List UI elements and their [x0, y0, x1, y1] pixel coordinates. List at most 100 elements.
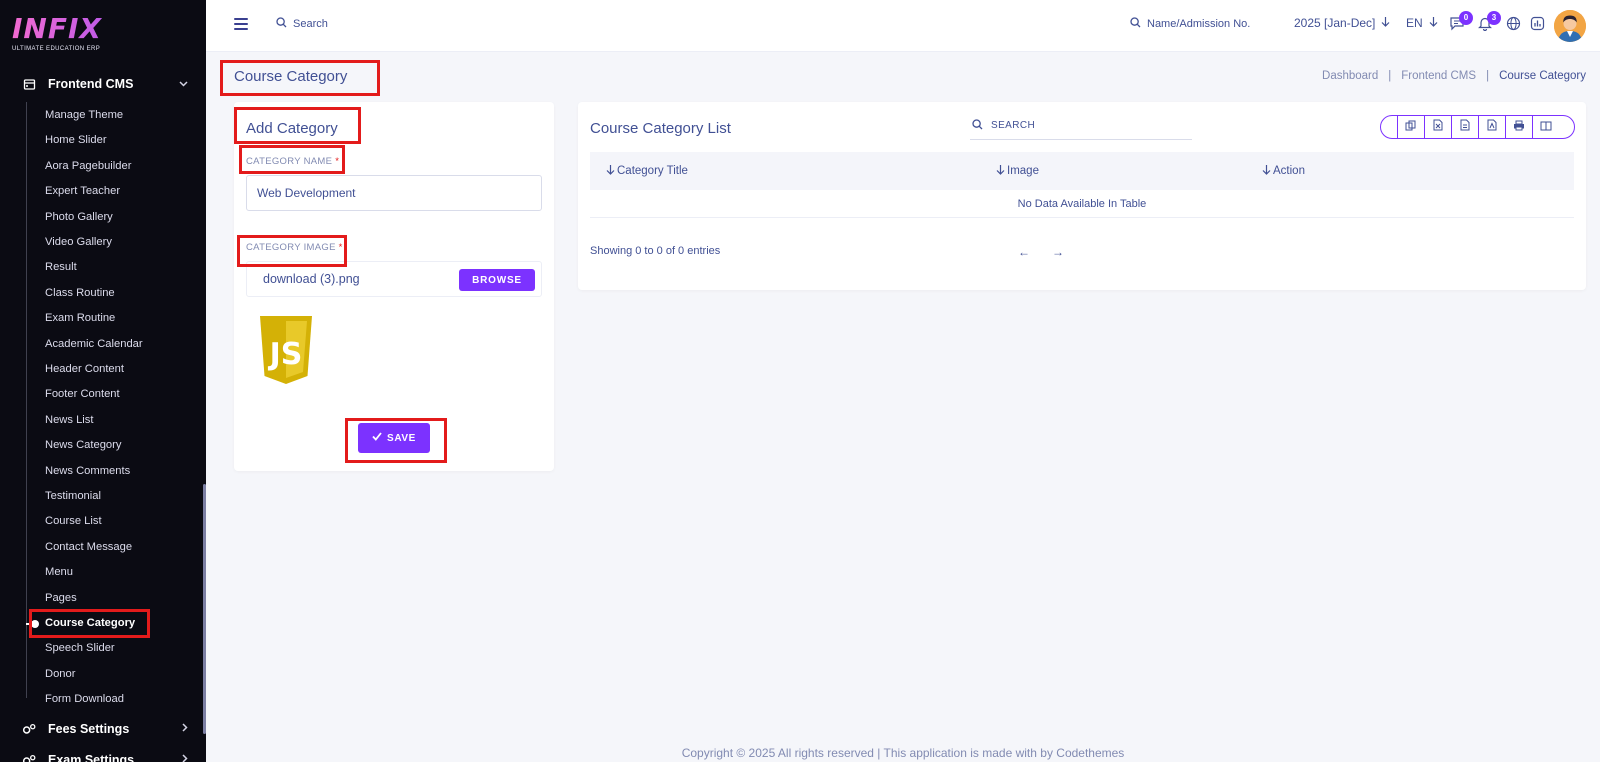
- list-search-input[interactable]: SEARCH: [970, 112, 1192, 140]
- sidebar-scrollbar[interactable]: [203, 484, 206, 734]
- column-header-category-title[interactable]: Category Title: [606, 164, 688, 178]
- search-icon: [972, 118, 983, 133]
- arrow-down-icon: [1429, 16, 1438, 30]
- selected-file-name: download (3).png: [263, 272, 360, 286]
- pdf-icon: [1487, 118, 1497, 136]
- website-button[interactable]: [1504, 16, 1522, 35]
- sidebar-item-course-list[interactable]: Course List: [45, 513, 102, 529]
- column-header-action[interactable]: Action: [1262, 164, 1305, 178]
- sidebar-item-expert-teacher[interactable]: Expert Teacher: [45, 183, 120, 199]
- sort-arrow-icon: [996, 164, 1005, 178]
- column-header-image[interactable]: Image: [996, 164, 1039, 178]
- breadcrumb-dashboard[interactable]: Dashboard: [1322, 70, 1378, 82]
- chevron-down-icon: [179, 79, 188, 90]
- table-header: Category Title Image Action: [590, 152, 1574, 190]
- sidebar-item-form-download[interactable]: Form Download: [45, 691, 124, 707]
- print-button[interactable]: [1504, 116, 1532, 138]
- logo-tagline: ULTIMATE EDUCATION ERP: [12, 46, 101, 52]
- next-page-button[interactable]: →: [1052, 245, 1064, 259]
- breadcrumb-separator: |: [1486, 70, 1490, 82]
- save-button[interactable]: SAVE: [358, 423, 430, 453]
- pdf-button[interactable]: [1477, 116, 1505, 138]
- user-avatar[interactable]: [1554, 10, 1586, 42]
- menu-toggle-icon[interactable]: [234, 18, 248, 30]
- chevron-right-icon: [182, 723, 188, 735]
- category-name-label: CATEGORY NAME *: [246, 156, 339, 167]
- column-visibility-button[interactable]: [1531, 116, 1559, 138]
- sidebar-item-footer-content[interactable]: Footer Content: [45, 386, 120, 402]
- sidebar-item-video-gallery[interactable]: Video Gallery: [45, 234, 112, 250]
- list-title: Course Category List: [590, 120, 731, 137]
- language-value: EN: [1406, 16, 1423, 30]
- sidebar-item-aora-pagebuilder[interactable]: Aora Pagebuilder: [45, 158, 131, 174]
- sidebar-item-donor[interactable]: Donor: [45, 666, 75, 682]
- notifications-button[interactable]: 3: [1476, 11, 1501, 35]
- gears-icon: [22, 722, 36, 736]
- category-name-label-text: CATEGORY NAME: [246, 156, 333, 167]
- breadcrumb: Dashboard | Frontend CMS | Course Catego…: [1322, 70, 1586, 82]
- chat-count-badge: 0: [1459, 11, 1473, 25]
- check-icon: [372, 432, 382, 444]
- sidebar-item-manage-theme[interactable]: Manage Theme: [45, 107, 123, 123]
- top-search[interactable]: Search: [276, 17, 328, 31]
- logo[interactable]: INFIX ULTIMATE EDUCATION ERP: [12, 14, 192, 56]
- sidebar-item-news-comments[interactable]: News Comments: [45, 463, 130, 479]
- sidebar-item-photo-gallery[interactable]: Photo Gallery: [45, 209, 113, 225]
- gears-icon: [22, 753, 36, 762]
- sidebar-item-course-category[interactable]: Course Category: [45, 615, 135, 631]
- sidebar-item-menu[interactable]: Menu: [45, 564, 73, 580]
- course-category-list-card: Course Category List SEARCH Category Tit…: [578, 102, 1586, 290]
- csv-icon: [1460, 118, 1470, 136]
- csv-button[interactable]: [1450, 116, 1478, 138]
- reports-button[interactable]: [1528, 16, 1546, 35]
- logo-text: INFIX: [12, 14, 192, 44]
- required-mark: *: [335, 156, 340, 167]
- category-image-file-field[interactable]: download (3).png BROWSE: [246, 261, 542, 297]
- previous-page-button[interactable]: ←: [1018, 245, 1030, 259]
- category-name-input[interactable]: Web Development: [246, 175, 542, 211]
- sidebar-section-frontend-cms[interactable]: Frontend CMS: [0, 69, 206, 99]
- browse-button[interactable]: BROWSE: [459, 269, 535, 291]
- topbar: Search Name/Admission No. 2025 [Jan-Dec]…: [206, 0, 1600, 52]
- column-header-label: Image: [1007, 165, 1039, 177]
- chat-button[interactable]: 0: [1448, 11, 1473, 35]
- save-button-label: SAVE: [387, 432, 416, 444]
- sidebar-item-news-list[interactable]: News List: [45, 412, 94, 428]
- sidebar-item-academic-calendar[interactable]: Academic Calendar: [45, 336, 143, 352]
- arrow-down-icon: [1381, 16, 1390, 30]
- copy-button[interactable]: [1396, 116, 1424, 138]
- sidebar-item-header-content[interactable]: Header Content: [45, 361, 124, 377]
- notification-count-badge: 3: [1487, 11, 1501, 25]
- sort-arrow-icon: [1262, 164, 1271, 178]
- sidebar-item-home-slider[interactable]: Home Slider: [45, 132, 107, 148]
- sort-arrow-icon: [606, 164, 615, 178]
- sidebar-item-speech-slider[interactable]: Speech Slider: [45, 640, 115, 656]
- excel-button[interactable]: [1423, 116, 1451, 138]
- cms-icon: [22, 77, 36, 91]
- admission-search-label: Name/Admission No.: [1147, 18, 1251, 30]
- user-avatar-icon: [1554, 10, 1586, 42]
- sidebar-section-exam-settings[interactable]: Exam Settings: [0, 745, 206, 762]
- print-icon: [1513, 118, 1525, 136]
- table-empty-row: No Data Available In Table: [590, 190, 1574, 218]
- breadcrumb-frontend-cms[interactable]: Frontend CMS: [1401, 70, 1476, 82]
- sidebar-item-pages[interactable]: Pages: [45, 590, 77, 606]
- admission-search[interactable]: Name/Admission No.: [1130, 17, 1250, 31]
- top-search-label: Search: [293, 18, 328, 30]
- active-indicator-dot: [31, 620, 39, 628]
- sidebar-item-result[interactable]: Result: [45, 259, 77, 275]
- academic-year-select[interactable]: 2025 [Jan-Dec]: [1294, 16, 1390, 30]
- add-category-card: Add Category CATEGORY NAME * Web Develop…: [234, 102, 554, 471]
- required-mark: *: [338, 242, 343, 253]
- sidebar-item-testimonial[interactable]: Testimonial: [45, 488, 101, 504]
- sidebar-item-class-routine[interactable]: Class Routine: [45, 285, 115, 301]
- language-select[interactable]: EN: [1406, 16, 1438, 30]
- sidebar-section-fees-settings[interactable]: Fees Settings: [0, 714, 206, 744]
- sidebar-item-news-category[interactable]: News Category: [45, 437, 121, 453]
- export-button-group: [1380, 115, 1575, 139]
- sidebar-item-exam-routine[interactable]: Exam Routine: [45, 310, 115, 326]
- sidebar: INFIX ULTIMATE EDUCATION ERP Frontend CM…: [0, 0, 206, 762]
- columns-icon: [1540, 118, 1552, 136]
- search-icon: [1130, 17, 1141, 31]
- sidebar-item-contact-message[interactable]: Contact Message: [45, 539, 132, 555]
